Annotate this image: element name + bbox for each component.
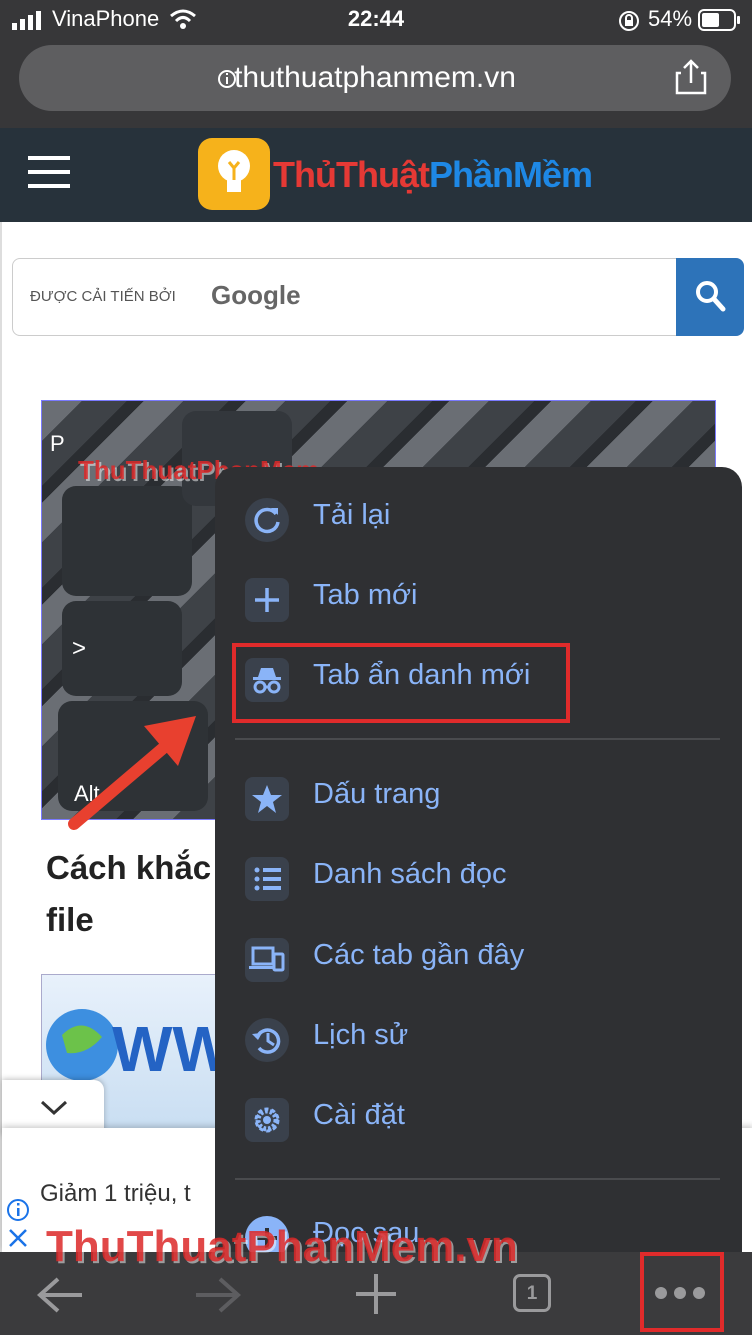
browser-address-area: thuthuatphanmem.vn [0, 40, 752, 128]
ad-close-icon[interactable] [8, 1228, 28, 1248]
menu-item-label: Tab mới [313, 579, 418, 611]
site-logo-text[interactable]: ThủThuậtPhầnMềm [273, 154, 593, 196]
star-icon [245, 777, 289, 821]
chevron-down-icon[interactable] [40, 1100, 68, 1116]
menu-item-settings[interactable]: Cài đặt [215, 1079, 742, 1159]
status-bar: VinaPhone 22:44 54% [0, 0, 752, 40]
ad-info-icon[interactable] [6, 1198, 30, 1222]
menu-item-recent-tabs[interactable]: Các tab gần đây [215, 919, 742, 999]
hamburger-menu-icon[interactable] [28, 156, 70, 188]
site-header: ThủThuậtPhầnMềm [0, 128, 752, 222]
rotation-lock-icon [619, 11, 639, 31]
tab-count: 1 [526, 1283, 538, 1304]
menu-item-reload[interactable]: Tải lại [215, 479, 742, 559]
menu-item-new-tab[interactable]: Tab mới [215, 559, 742, 639]
share-icon[interactable] [675, 59, 707, 95]
devices-icon [245, 938, 289, 982]
menu-divider [235, 1178, 720, 1180]
highlight-box-more [640, 1252, 724, 1332]
search-button[interactable] [676, 258, 744, 336]
logo-part1: ThủThuật [273, 154, 430, 195]
watermark-suffix: .vn [454, 1222, 518, 1271]
menu-item-history[interactable]: Lịch sử [215, 999, 742, 1079]
reload-icon [245, 498, 289, 542]
menu-item-bookmarks[interactable]: Dấu trang [215, 758, 742, 838]
menu-item-label: Dấu trang [313, 778, 441, 810]
menu-item-reading-list[interactable]: Danh sách đọc [215, 838, 742, 918]
search-icon [696, 281, 726, 312]
menu-item-label: Lịch sử [313, 1019, 409, 1051]
svg-text:>: > [72, 635, 86, 662]
watermark-text: ThuThuatPhanMem [46, 1222, 455, 1271]
tab-switcher-button[interactable]: 1 [513, 1274, 551, 1312]
battery-percent: 54% [648, 6, 693, 31]
svg-text:P: P [50, 431, 65, 456]
highlight-box-incognito [232, 643, 570, 723]
article-title[interactable]: Cách khắc file [46, 842, 226, 946]
annotation-arrow-icon [68, 716, 196, 830]
svg-text:WW: WW [112, 1013, 222, 1085]
history-icon [245, 1018, 289, 1062]
menu-item-label: Cài đặt [313, 1099, 405, 1131]
site-logo-icon[interactable] [198, 138, 270, 210]
battery-icon [698, 9, 740, 31]
list-icon [245, 857, 289, 901]
url-text[interactable]: thuthuatphanmem.vn [19, 61, 731, 95]
watermark: ThuThuatPhanMem.vn [46, 1222, 518, 1272]
address-bar[interactable]: thuthuatphanmem.vn [19, 45, 731, 111]
forward-arrow-icon[interactable] [194, 1276, 242, 1314]
menu-divider [235, 738, 720, 740]
new-tab-plus-icon[interactable] [354, 1272, 398, 1316]
menu-item-label: Các tab gần đây [313, 939, 525, 971]
ad-text: Giảm 1 triệu, t [40, 1180, 191, 1207]
plus-icon [245, 578, 289, 622]
overflow-menu: Tải lại Tab mới Tab ẩn danh mới Dấu tran… [215, 467, 742, 1253]
menu-item-label: Danh sách đọc [313, 858, 507, 890]
menu-item-label: Tải lại [313, 499, 391, 531]
logo-part2: PhầnMềm [428, 154, 593, 195]
gear-icon [245, 1098, 289, 1142]
back-arrow-icon[interactable] [36, 1276, 84, 1314]
search-powered-by: ĐƯỢC CẢI TIẾN BỞI [30, 288, 176, 305]
search-brand: Google [211, 280, 301, 310]
